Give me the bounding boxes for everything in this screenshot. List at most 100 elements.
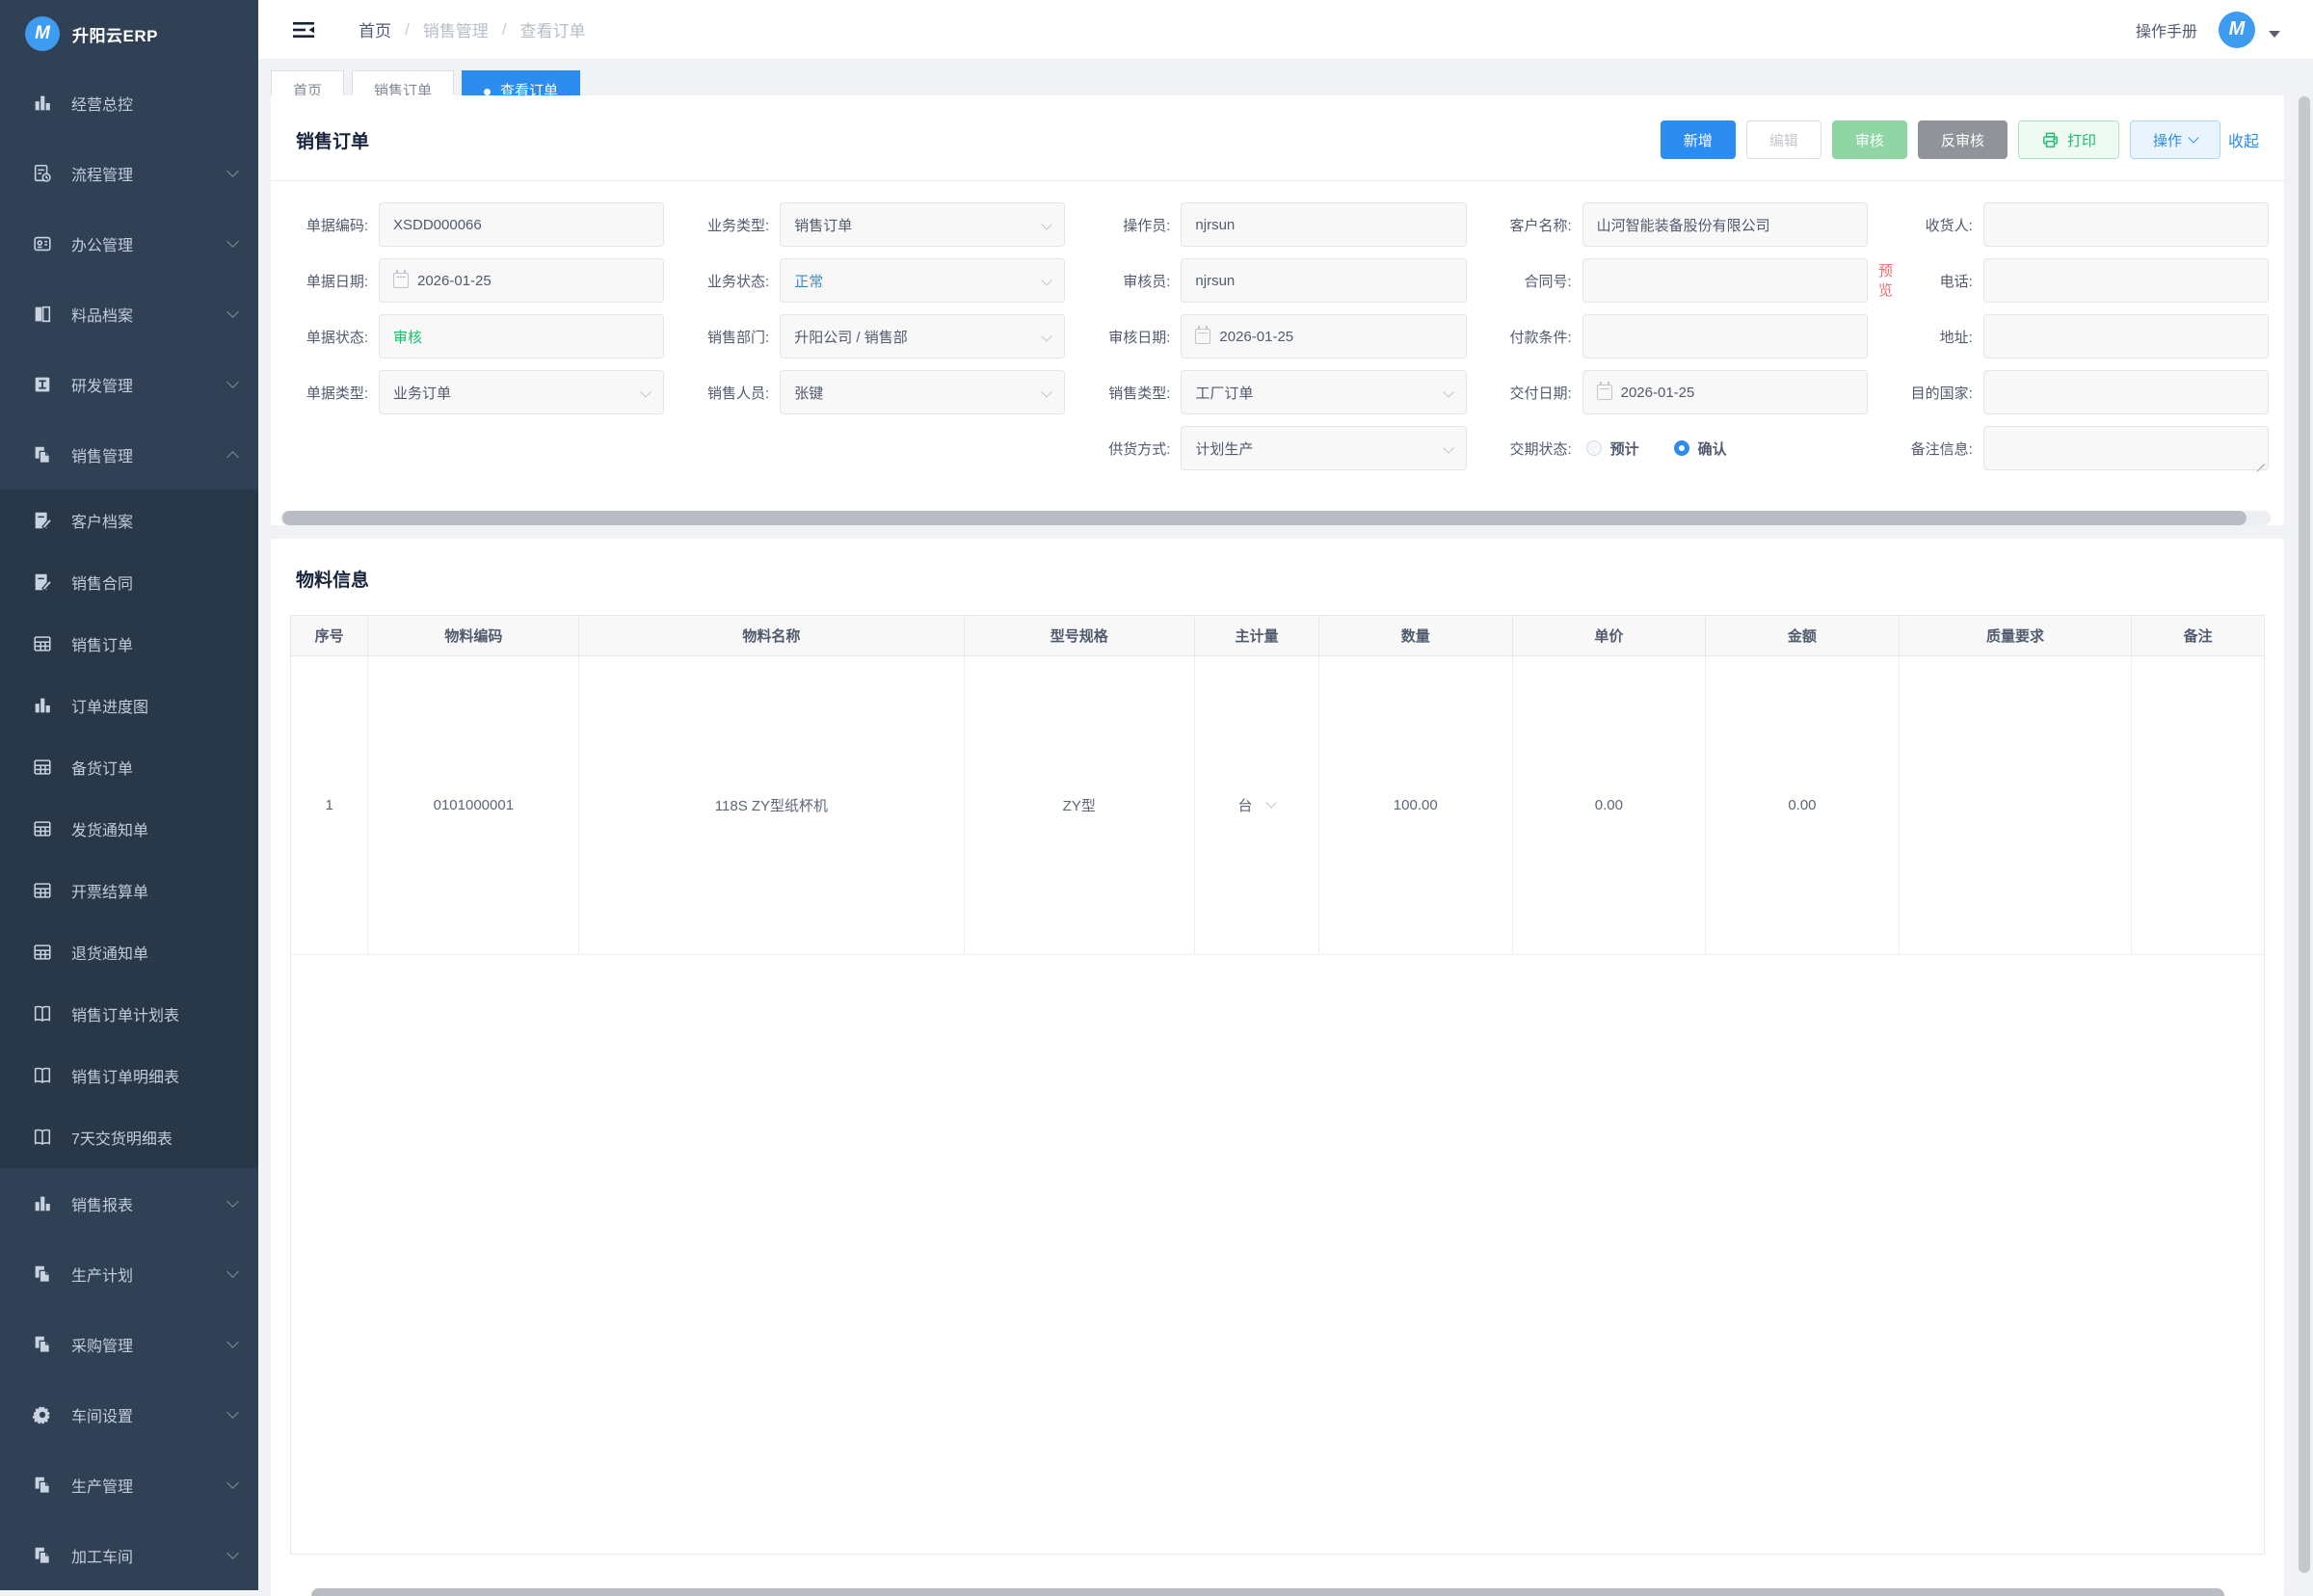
user-menu-caret-icon[interactable] [2269, 31, 2280, 38]
sidebar-item-采购管理[interactable]: 采购管理 [0, 1309, 258, 1379]
sidebar-item-label: 采购管理 [71, 1333, 228, 1356]
审核-button[interactable]: 审核 [1832, 120, 1907, 159]
操作-button[interactable]: 操作 [2130, 120, 2220, 159]
radio-预计[interactable]: 预计 [1586, 439, 1639, 459]
table-row[interactable]: 10101000001118S ZY型纸杯机ZY型台100.000.000.00 [291, 655, 2264, 954]
input-field[interactable]: 预览 [1582, 258, 1868, 303]
field-label: 目的国家: [1891, 383, 1983, 403]
sidebar-item-生产管理[interactable]: 生产管理 [0, 1450, 258, 1520]
input-field[interactable]: 山河智能装备股份有限公司 [1582, 202, 1868, 247]
input-field[interactable] [1983, 314, 2269, 359]
textarea-field[interactable] [1983, 426, 2269, 470]
table-header-row: 序号物料编码物料名称型号规格主计量数量单价金额质量要求备注 [291, 616, 2264, 655]
select-field[interactable]: 工厂订单 [1181, 370, 1466, 414]
sidebar-item-label: 销售合同 [71, 571, 237, 594]
field-value: 2026-01-25 [1621, 385, 1695, 401]
manual-link[interactable]: 操作手册 [2136, 18, 2197, 41]
sidebar-item-生产计划[interactable]: 生产计划 [0, 1238, 258, 1309]
sidebar-item-加工车间[interactable]: 加工车间 [0, 1520, 258, 1590]
main-area: 首页 / 销售管理 / 查看订单 操作手册 M 首页销售订单查看订单 销售订单 … [258, 0, 2313, 1590]
page-vertical-scrollbar[interactable] [2299, 96, 2310, 1573]
sidebar-item-客户档案[interactable]: 客户档案 [0, 490, 258, 551]
sidebar-item-车间设置[interactable]: 车间设置 [0, 1379, 258, 1450]
sidebar-item-销售管理[interactable]: 销售管理 [0, 419, 258, 490]
select-field[interactable]: 升阳公司 / 销售部 [780, 314, 1065, 359]
sidebar-item-订单进度图[interactable]: 订单进度图 [0, 675, 258, 736]
sidebar-item-料品档案[interactable]: 料品档案 [0, 279, 258, 349]
sidebar-item-label: 经营总控 [71, 92, 237, 115]
input-field[interactable] [1983, 370, 2269, 414]
resize-grip-icon[interactable] [2255, 457, 2265, 466]
sidebar-item-销售订单计划表[interactable]: 销售订单计划表 [0, 983, 258, 1045]
sidebar-collapse-icon[interactable] [291, 18, 316, 41]
打印-button[interactable]: 打印 [2018, 120, 2119, 159]
sidebar-item-流程管理[interactable]: 流程管理 [0, 138, 258, 208]
input-field[interactable]: njrsun [1181, 202, 1466, 247]
tab-查看订单[interactable]: 查看订单 [462, 70, 580, 95]
select-field[interactable]: 计划生产 [1181, 426, 1466, 470]
field-label: 备注信息: [1891, 439, 1983, 459]
sidebar-item-发货通知单[interactable]: 发货通知单 [0, 798, 258, 860]
sidebar-item-办公管理[interactable]: 办公管理 [0, 208, 258, 279]
unit-select[interactable]: 台 [1237, 795, 1275, 815]
breadcrumb-home[interactable]: 首页 [359, 17, 391, 41]
form-column: 操作员:njrsun审核员:njrsun审核日期:2026-01-25销售类型:… [1088, 202, 1466, 482]
form-field: 地址: [1891, 314, 2269, 359]
form-field: 销售人员:张键 [687, 370, 1065, 414]
radio-确认[interactable]: 确认 [1674, 439, 1727, 459]
doc-clock-icon [31, 162, 54, 185]
tab-首页[interactable]: 首页 [271, 70, 344, 95]
chevron-down-icon [226, 1336, 239, 1348]
sidebar-item-经营总控[interactable]: 经营总控 [0, 67, 258, 138]
select-field[interactable]: 业务订单 [379, 370, 664, 414]
input-field[interactable] [1983, 258, 2269, 303]
tab-销售订单[interactable]: 销售订单 [352, 70, 454, 95]
form-field: 合同号:预览 [1490, 258, 1868, 303]
avatar[interactable]: M [2219, 12, 2255, 48]
select-field[interactable]: 销售订单 [780, 202, 1065, 247]
form-column: 收货人:电话:地址:目的国家:备注信息: [1891, 202, 2269, 482]
select-field[interactable]: 正常 [780, 258, 1065, 303]
date-field[interactable]: 2026-01-25 [379, 258, 664, 303]
chevron-down-icon [226, 165, 239, 177]
sidebar-item-销售合同[interactable]: 销售合同 [0, 551, 258, 613]
sidebar-item-备货订单[interactable]: 备货订单 [0, 736, 258, 798]
select-field[interactable]: 张键 [780, 370, 1065, 414]
preview-link[interactable]: 预览 [1878, 262, 1896, 302]
table-horizontal-scrollbar[interactable] [311, 1588, 2224, 1596]
form-field: 供货方式:计划生产 [1088, 426, 1466, 470]
field-value: 张键 [794, 383, 823, 403]
breadcrumb-sales[interactable]: 销售管理 [423, 17, 489, 41]
field-value: XSDD000066 [393, 217, 482, 233]
scrollbar-thumb[interactable] [282, 511, 2247, 525]
sidebar-item-7天交货明细表[interactable]: 7天交货明细表 [0, 1106, 258, 1168]
sidebar-item-销售订单明细表[interactable]: 销售订单明细表 [0, 1045, 258, 1106]
form-horizontal-scrollbar[interactable] [280, 511, 2271, 525]
table-grid-icon [31, 756, 54, 779]
input-field[interactable]: njrsun [1181, 258, 1466, 303]
calendar-icon [393, 273, 409, 288]
sidebar-item-销售报表[interactable]: 销售报表 [0, 1168, 258, 1238]
sidebar-item-销售订单[interactable]: 销售订单 [0, 613, 258, 675]
copy-doc-icon [31, 1333, 54, 1356]
input-field[interactable]: 审核 [379, 314, 664, 359]
input-field[interactable] [1582, 314, 1868, 359]
input-field[interactable]: XSDD000066 [379, 202, 664, 247]
编辑-button[interactable]: 编辑 [1746, 120, 1821, 159]
cell-unit: 台 [1195, 655, 1319, 954]
open-book-icon [31, 1126, 54, 1149]
chevron-down-icon [226, 376, 239, 388]
date-field[interactable]: 2026-01-25 [1582, 370, 1868, 414]
反审核-button[interactable]: 反审核 [1918, 120, 2007, 159]
collapse-panel-link[interactable]: 收起 [2228, 128, 2259, 151]
sidebar-item-开票结算单[interactable]: 开票结算单 [0, 860, 258, 921]
sidebar-item-研发管理[interactable]: 研发管理 [0, 349, 258, 419]
date-field[interactable]: 2026-01-25 [1181, 314, 1466, 359]
chevron-down-icon [226, 235, 239, 248]
新增-button[interactable]: 新增 [1661, 120, 1736, 159]
form-field: 电话: [1891, 258, 2269, 303]
input-field[interactable] [1983, 202, 2269, 247]
sidebar-item-退货通知单[interactable]: 退货通知单 [0, 921, 258, 983]
copy-doc-icon [31, 443, 54, 466]
sidebar-item-label: 客户档案 [71, 509, 237, 532]
